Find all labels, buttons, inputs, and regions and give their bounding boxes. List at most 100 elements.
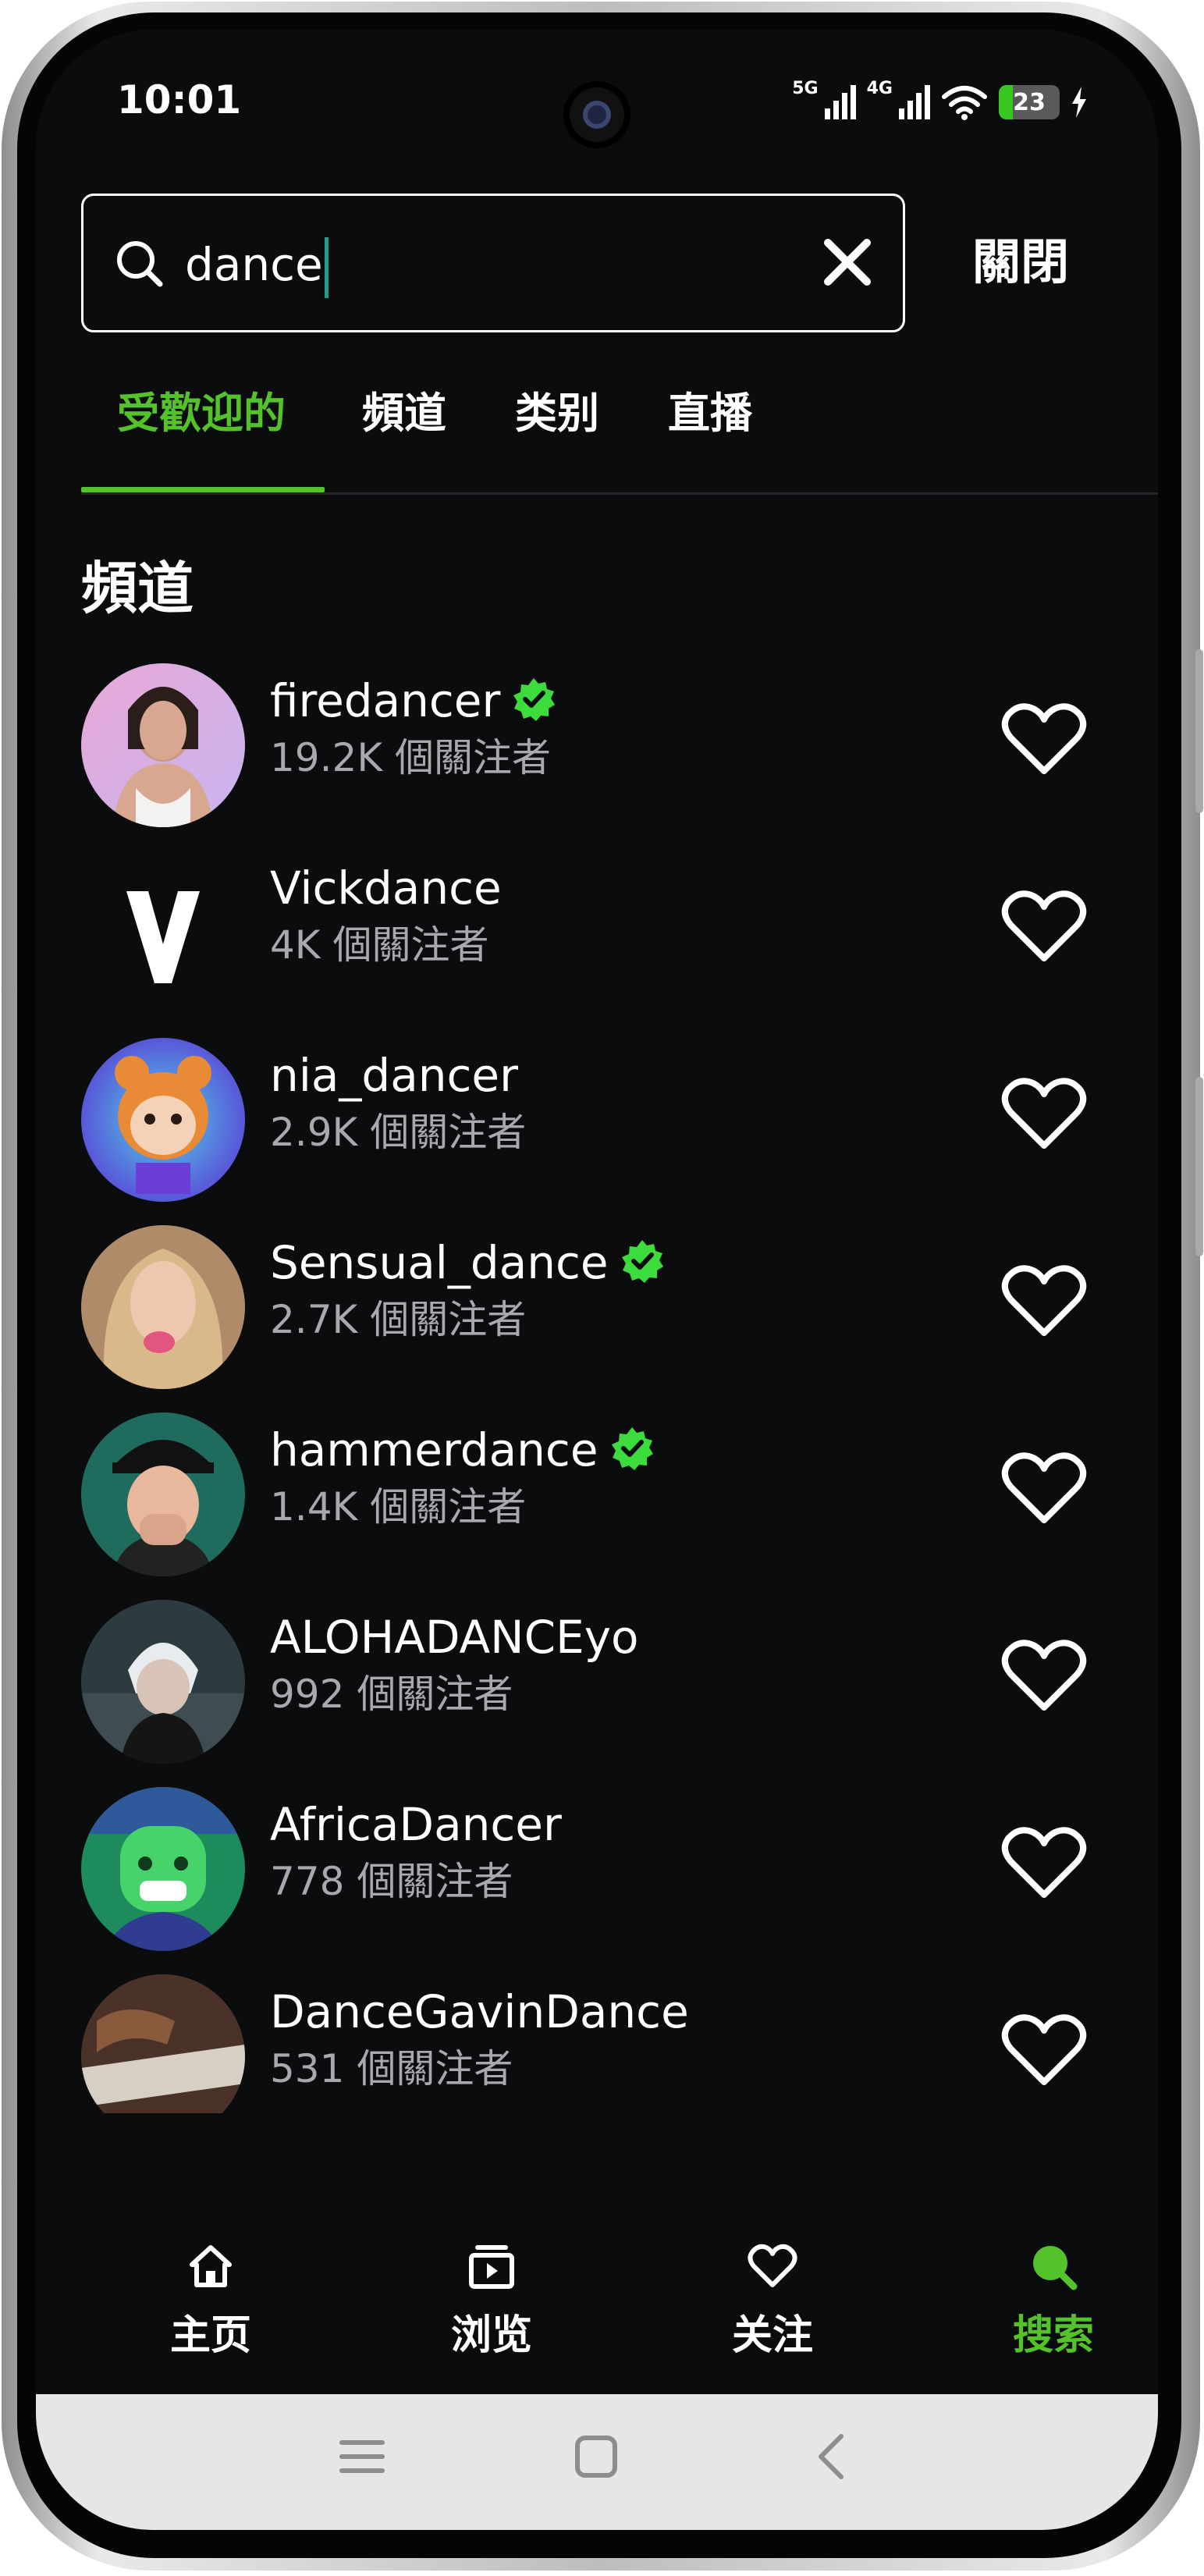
heart-icon[interactable] bbox=[1000, 1637, 1088, 1715]
follower-count: 19.2K 個關注者 bbox=[270, 735, 552, 780]
verified-badge-icon bbox=[611, 1427, 653, 1470]
bottom-navigation: 主页 浏览 关注 搜索 bbox=[36, 2221, 1158, 2424]
status-bar: 10:01 5G 4G 23 bbox=[36, 30, 1158, 147]
search-icon bbox=[1033, 2246, 1078, 2290]
channel-name-text: ALOHADANCEyo bbox=[270, 1611, 639, 1664]
verified-badge-icon bbox=[513, 677, 556, 721]
close-button[interactable]: 關閉 bbox=[972, 231, 1069, 293]
heart-icon[interactable] bbox=[1000, 2012, 1088, 2090]
follower-count: 778 個關注者 bbox=[270, 1859, 513, 1904]
follower-count: 2.7K 個關注者 bbox=[270, 1297, 527, 1342]
channel-name: DanceGavinDance bbox=[270, 1981, 689, 2043]
menu-icon[interactable] bbox=[339, 2433, 385, 2480]
channel-list: firedancer 19.2K 個關注者 Vickdance 4K 個關注者 bbox=[36, 646, 1158, 2113]
nav-home[interactable]: 主页 bbox=[117, 2221, 304, 2393]
channel-row[interactable]: DanceGavinDance 531 個關注者 bbox=[36, 1957, 1158, 2113]
volume-button bbox=[1195, 649, 1203, 813]
channel-name-text: DanceGavinDance bbox=[270, 1985, 689, 2038]
channel-name: nia_dancer bbox=[270, 1044, 518, 1107]
signal-icon bbox=[824, 85, 856, 119]
channel-name-text: Vickdance bbox=[270, 862, 502, 915]
search-text[interactable]: dance bbox=[185, 233, 329, 298]
channel-name-text: hammerdance bbox=[270, 1423, 598, 1476]
avatar bbox=[81, 851, 245, 1014]
avatar bbox=[81, 1787, 245, 1951]
tab-divider bbox=[81, 492, 1158, 495]
nav-label: 关注 bbox=[731, 2312, 813, 2359]
status-time: 10:01 bbox=[117, 77, 242, 123]
tab-categories[interactable]: 类别 bbox=[515, 382, 599, 445]
avatar bbox=[81, 1225, 245, 1389]
battery-indicator: 23 bbox=[999, 85, 1060, 119]
close-icon[interactable] bbox=[822, 236, 873, 288]
nav-browse[interactable]: 浏览 bbox=[398, 2221, 585, 2393]
bolt-icon bbox=[1072, 87, 1086, 118]
active-tab-indicator bbox=[81, 487, 325, 492]
follower-count: 992 個關注者 bbox=[270, 1672, 513, 1717]
follower-count: 4K 個關注者 bbox=[270, 922, 489, 968]
channel-row[interactable]: Vickdance 4K 個關注者 bbox=[36, 833, 1158, 1021]
channel-row[interactable]: nia_dancer 2.9K 個關注者 bbox=[36, 1021, 1158, 1208]
channel-row[interactable]: Sensual_dance 2.7K 個關注者 bbox=[36, 1208, 1158, 1395]
heart-icon[interactable] bbox=[1000, 1825, 1088, 1903]
follower-count: 531 個關注者 bbox=[270, 2046, 513, 2091]
follower-count: 2.9K 個關注者 bbox=[270, 1110, 527, 1155]
channel-row[interactable]: ALOHADANCEyo 992 個關注者 bbox=[36, 1583, 1158, 1770]
tab-live[interactable]: 直播 bbox=[668, 382, 752, 445]
search-input[interactable]: dance bbox=[81, 194, 905, 332]
nav-label: 浏览 bbox=[450, 2312, 532, 2359]
heart-icon[interactable] bbox=[1000, 1075, 1088, 1153]
heart-icon[interactable] bbox=[1000, 888, 1088, 966]
heart-icon bbox=[748, 2244, 797, 2287]
power-button bbox=[1195, 1077, 1203, 1256]
nav-label: 搜索 bbox=[1012, 2312, 1094, 2359]
verified-badge-icon bbox=[621, 1239, 663, 1283]
system-navigation-bar bbox=[36, 2394, 1158, 2530]
search-value: dance bbox=[185, 238, 323, 291]
tab-popular[interactable]: 受歡迎的 bbox=[117, 382, 286, 445]
channel-row[interactable]: hammerdance 1.4K 個關注者 bbox=[36, 1395, 1158, 1583]
app-screen: 10:01 5G 4G 23 dance 關閉 受歡迎的 頻道 类别 直播 頻道… bbox=[36, 30, 1158, 2530]
network-label-5g: 5G bbox=[792, 78, 819, 98]
channel-name: AfricaDancer bbox=[270, 1793, 562, 1856]
nav-label: 主页 bbox=[169, 2312, 251, 2359]
channel-name: firedancer bbox=[270, 670, 556, 732]
avatar bbox=[81, 1412, 245, 1576]
browse-icon bbox=[469, 2245, 514, 2289]
home-button-icon[interactable] bbox=[573, 2433, 620, 2480]
channel-name: Vickdance bbox=[270, 857, 502, 919]
status-icons: 5G 4G 23 bbox=[792, 75, 1088, 130]
channel-row[interactable]: AfricaDancer 778 個關注者 bbox=[36, 1770, 1158, 1957]
channel-name-text: firedancer bbox=[270, 674, 501, 727]
avatar bbox=[81, 1038, 245, 1202]
search-icon bbox=[117, 241, 163, 287]
nav-search[interactable]: 搜索 bbox=[960, 2221, 1147, 2393]
home-icon bbox=[190, 2245, 232, 2287]
text-caret bbox=[324, 236, 329, 298]
network-label-4g: 4G bbox=[866, 78, 893, 98]
section-title: 頻道 bbox=[81, 556, 194, 621]
nav-following[interactable]: 关注 bbox=[679, 2221, 866, 2393]
battery-level: 23 bbox=[1013, 88, 1046, 116]
battery-fill bbox=[999, 85, 1013, 119]
back-icon[interactable] bbox=[808, 2433, 855, 2480]
tab-channels[interactable]: 頻道 bbox=[362, 382, 446, 445]
channel-name: ALOHADANCEyo bbox=[270, 1606, 639, 1668]
signal-icon bbox=[899, 85, 930, 119]
tab-bar: 受歡迎的 頻道 类别 直播 bbox=[36, 382, 1158, 482]
wifi-icon bbox=[942, 86, 987, 120]
channel-name-text: AfricaDancer bbox=[270, 1798, 562, 1851]
channel-name: hammerdance bbox=[270, 1419, 655, 1481]
avatar bbox=[81, 1974, 245, 2113]
avatar bbox=[81, 663, 245, 827]
channel-name-text: Sensual_dance bbox=[270, 1236, 609, 1289]
heart-icon[interactable] bbox=[1000, 1263, 1088, 1341]
avatar bbox=[81, 1600, 245, 1764]
heart-icon[interactable] bbox=[1000, 1450, 1088, 1528]
front-camera bbox=[570, 87, 624, 142]
channel-row[interactable]: firedancer 19.2K 個關注者 bbox=[36, 646, 1158, 833]
heart-icon[interactable] bbox=[1000, 701, 1088, 779]
follower-count: 1.4K 個關注者 bbox=[270, 1484, 527, 1530]
channel-name: Sensual_dance bbox=[270, 1231, 665, 1294]
channel-name-text: nia_dancer bbox=[270, 1049, 518, 1102]
